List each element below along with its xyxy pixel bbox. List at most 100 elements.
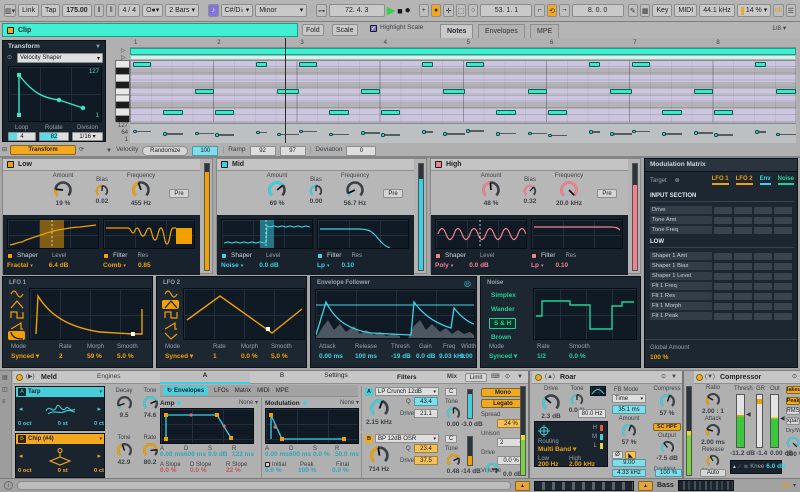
matrix-cell[interactable] xyxy=(714,303,732,310)
low-frequency-knob[interactable] xyxy=(131,180,151,200)
clear-target-icon[interactable]: ⊗ xyxy=(675,178,680,184)
transform-header[interactable]: Transform xyxy=(8,44,40,51)
matrix-cell[interactable] xyxy=(754,227,772,234)
play-button[interactable]: ▶ xyxy=(387,4,395,17)
fold-button[interactable]: Fold xyxy=(302,24,324,36)
info-icon[interactable]: i xyxy=(4,481,13,490)
loop-button[interactable]: ⟲ xyxy=(547,4,557,17)
mid-filter-type-menu[interactable]: Lp xyxy=(317,263,325,270)
pan-b-field[interactable]: C xyxy=(445,435,457,443)
velocity-marker[interactable] xyxy=(443,132,447,136)
velocity-marker[interactable] xyxy=(694,131,698,135)
matrix-cell[interactable] xyxy=(714,273,732,280)
roar-output-knob[interactable] xyxy=(660,440,675,455)
subtab-mpe[interactable]: MPE xyxy=(276,388,289,394)
velocity-marker[interactable] xyxy=(381,133,385,137)
nudge-down-icon[interactable]: ‖ xyxy=(94,4,104,17)
roar-drive-knob[interactable] xyxy=(541,393,561,413)
division-menu[interactable]: 1/16 ▾ xyxy=(72,132,103,141)
fb-width-field[interactable]: 9.00 xyxy=(612,459,646,467)
midi-note[interactable] xyxy=(361,89,380,94)
mid-pre-button[interactable]: Pre xyxy=(383,189,403,198)
velocity-marker[interactable] xyxy=(195,132,199,136)
velocity-marker[interactable] xyxy=(610,132,614,136)
velocity-marker[interactable] xyxy=(776,133,780,137)
makeup-button[interactable]: Makeup xyxy=(786,386,800,394)
matrix-cell[interactable] xyxy=(774,283,792,290)
envelope-follower-display[interactable] xyxy=(315,289,475,339)
roar-title-bar[interactable]: (▲) Roar ⊙ ▼ xyxy=(532,371,682,384)
mid-shaper-type-menu[interactable]: Noise xyxy=(221,263,239,270)
subtab-lfos[interactable]: LFOs xyxy=(214,388,229,394)
rms-button[interactable]: RMS xyxy=(786,407,800,415)
velocity-marker[interactable] xyxy=(714,133,718,137)
capture-midi-icon[interactable]: ✛ xyxy=(443,4,453,17)
matrix-cell[interactable] xyxy=(754,207,772,214)
loop-start-field[interactable]: 53. 1. 1 xyxy=(480,4,532,17)
compressor-fold-icon[interactable]: (▼) xyxy=(705,374,715,380)
engine-a-decay-knob[interactable] xyxy=(116,395,133,412)
sidechain-routing-icon[interactable]: ◎ xyxy=(464,279,471,288)
noise-option-brown[interactable]: Brown xyxy=(491,334,511,341)
mod-sustain-field[interactable]: 0.0 % xyxy=(313,452,335,459)
link-button[interactable]: Link xyxy=(18,4,39,17)
low-amount-knob[interactable] xyxy=(53,180,73,200)
loop-length-field[interactable]: 8. 0. 0 xyxy=(572,4,624,17)
rotate-field[interactable]: 82 xyxy=(39,132,69,141)
mod-route-menu[interactable]: None ▾ xyxy=(340,400,359,406)
tab-notes[interactable]: Notes xyxy=(440,24,473,38)
lfo-shape-ramp-icon[interactable] xyxy=(162,331,179,340)
mid-level-field[interactable]: 0.0 dB xyxy=(259,263,279,270)
high-bias-knob[interactable] xyxy=(523,184,537,198)
midi-note[interactable] xyxy=(776,89,796,94)
piano-key[interactable] xyxy=(116,89,129,96)
velocity-marker[interactable] xyxy=(329,133,333,137)
add-icon[interactable]: + xyxy=(419,4,429,17)
loop-brace[interactable] xyxy=(130,48,796,55)
pan-a-field[interactable]: C xyxy=(445,388,457,396)
matrix-column-lfo1[interactable]: LFO 1 xyxy=(712,176,729,185)
filter-a-freq-knob[interactable] xyxy=(369,398,390,419)
hotswap-strip-icon[interactable]: ◫ xyxy=(2,387,8,393)
matrix-cell[interactable] xyxy=(734,207,752,214)
lfo-shape-sine-icon[interactable] xyxy=(8,289,25,298)
meld-title-bar[interactable]: (▶) Meld Engines A B Settings Filters Mi… xyxy=(13,371,528,384)
midi-note[interactable] xyxy=(443,89,465,94)
slope-mode-icon[interactable]: ⟋ xyxy=(738,464,742,471)
tab-envelopes[interactable]: Envelopes xyxy=(478,24,525,38)
auto-release-button[interactable]: Auto xyxy=(700,469,726,477)
track-collapse-button[interactable]: ▲ xyxy=(638,481,653,491)
midi-note[interactable] xyxy=(163,110,183,115)
matrix-cell[interactable] xyxy=(774,263,792,270)
roar-drywet-field[interactable]: 100 % xyxy=(655,469,682,477)
filter-a-drive-field[interactable]: 21.1 xyxy=(414,409,438,418)
amp-route-menu[interactable]: None ▾ xyxy=(239,400,258,406)
tab-mpe[interactable]: MPE xyxy=(530,24,559,38)
lfo-shape-dec-icon[interactable] xyxy=(8,331,25,340)
low-res-field[interactable]: 0.85 xyxy=(138,263,151,270)
roar-hotswap-icon[interactable]: ⊙ xyxy=(661,374,666,380)
velocity-marker[interactable] xyxy=(496,132,500,136)
ramp-start-field[interactable]: 92 xyxy=(250,146,276,156)
compressor-power-button[interactable] xyxy=(696,374,703,381)
midi-note[interactable] xyxy=(610,89,632,94)
routing-crosshair-icon[interactable] xyxy=(538,425,550,437)
piano-key[interactable] xyxy=(116,109,129,116)
roar-power-button[interactable] xyxy=(535,374,542,381)
low-pre-button[interactable]: Pre xyxy=(169,189,189,198)
threshold-meter[interactable] xyxy=(736,394,745,448)
noise-option-wander[interactable]: Wander xyxy=(491,306,515,313)
fb-invert-button[interactable]: Ø xyxy=(612,451,623,459)
filter-b-freq-knob[interactable] xyxy=(369,445,390,466)
device-collapse-icon[interactable]: ▤ xyxy=(2,375,8,381)
quantization-menu[interactable]: 2 Bars ▾ xyxy=(165,4,199,17)
engine-a-ct-field[interactable]: 0 ct xyxy=(94,421,104,427)
roar-compress-knob[interactable] xyxy=(659,393,676,410)
automation-re-enable-icon[interactable]: ○ xyxy=(468,4,478,17)
tempo-field[interactable]: 175.00 xyxy=(62,4,91,17)
engine-b-st-field[interactable]: 0 st xyxy=(58,468,68,474)
activity-icon[interactable]: ≋ xyxy=(744,464,749,470)
midi-note[interactable] xyxy=(215,110,234,115)
piano-key[interactable] xyxy=(116,82,129,89)
midi-note[interactable] xyxy=(714,110,733,115)
